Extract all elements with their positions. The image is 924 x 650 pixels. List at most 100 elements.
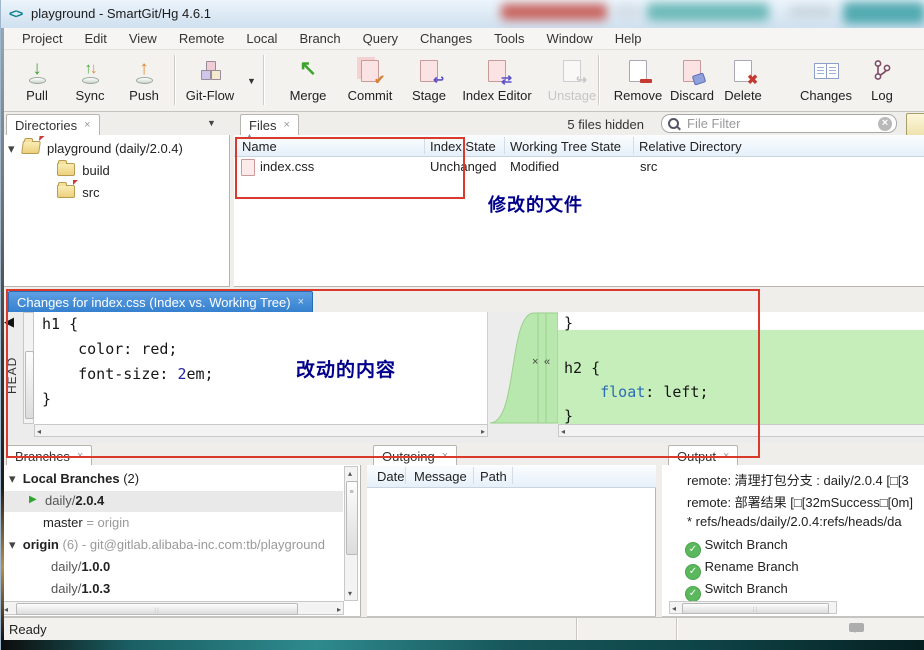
notification-bubble-icon[interactable]: [849, 623, 864, 632]
output-step: Switch Branch: [685, 537, 788, 558]
window-title: playground - SmartGit/Hg 4.6.1: [31, 6, 211, 21]
column-header-path[interactable]: Path: [480, 469, 507, 484]
branch-daily-103-row[interactable]: daily/1.0.3: [51, 579, 110, 599]
column-header-date[interactable]: Date: [377, 469, 404, 484]
menu-help[interactable]: Help: [604, 31, 653, 46]
output-tabbar: Output: [662, 443, 924, 466]
tree-item-src[interactable]: src: [57, 183, 100, 203]
column-divider: [424, 137, 425, 154]
origin-label: origin: [23, 537, 59, 552]
sync-button[interactable]: Sync: [65, 57, 115, 105]
menu-bar: Project Edit View Remote Local Branch Qu…: [1, 28, 924, 50]
log-button[interactable]: Log: [861, 57, 903, 105]
status-bar: Ready: [1, 617, 924, 641]
menu-window[interactable]: Window: [535, 31, 603, 46]
index-editor-button[interactable]: Index Editor: [453, 57, 541, 105]
branches-tabbar: Branches: [1, 443, 361, 466]
tree-item-label: build: [82, 163, 109, 178]
clear-filter-icon[interactable]: [878, 117, 892, 131]
output-step: Rename Branch: [685, 559, 799, 580]
menu-edit[interactable]: Edit: [73, 31, 117, 46]
file-row-index-css[interactable]: index.css Unchanged Modified src: [234, 156, 924, 178]
commit-button[interactable]: Commit: [339, 57, 401, 105]
filter-options-button[interactable]: [906, 113, 924, 136]
push-button[interactable]: Push: [121, 57, 167, 105]
branch-version: 1.0.0: [81, 559, 110, 574]
output-step-label: Rename Branch: [705, 559, 799, 574]
expander-icon[interactable]: [9, 471, 16, 486]
branch-version: 1.0.3: [81, 581, 110, 596]
files-tabbar: Files 5 files hidden: [234, 112, 924, 136]
file-index-state: Unchanged: [430, 156, 497, 178]
tree-item-playground[interactable]: playground (daily/2.0.4): [8, 139, 183, 159]
right-horizontal-scrollbar[interactable]: [558, 424, 924, 437]
status-divider: [576, 618, 577, 641]
merge-button[interactable]: Merge: [279, 57, 337, 105]
pull-icon: [15, 57, 59, 87]
column-header-index-state[interactable]: Index State: [430, 139, 496, 154]
delete-button[interactable]: Delete: [717, 57, 769, 105]
window-left-border: [1, 28, 4, 640]
menu-local[interactable]: Local: [235, 31, 288, 46]
left-vertical-scrollbar[interactable]: [23, 312, 34, 424]
column-divider: [504, 137, 505, 154]
tree-item-build[interactable]: build: [57, 161, 110, 181]
remove-button[interactable]: Remove: [607, 57, 669, 105]
directories-tree: playground (daily/2.0.4) build src: [1, 135, 230, 287]
branches-vertical-scrollbar[interactable]: ≡: [344, 466, 358, 601]
current-branch-icon: [29, 494, 37, 505]
changes-view-button[interactable]: Changes: [795, 57, 857, 105]
local-branches-label: Local Branches: [23, 471, 120, 486]
column-header-name[interactable]: Name: [242, 139, 277, 154]
selected-branch-row[interactable]: daily/2.0.4: [3, 491, 343, 512]
outgoing-table: Date Message Path: [367, 465, 656, 617]
column-header-relative-directory[interactable]: Relative Directory: [639, 139, 742, 154]
folder-icon: [57, 185, 75, 198]
output-horizontal-scrollbar[interactable]: ⫶⫶: [669, 601, 837, 614]
file-filter-box: [661, 114, 897, 133]
branches-origin-header[interactable]: origin (6) - git@gitlab.alibaba-inc.com:…: [9, 535, 343, 555]
menu-view[interactable]: View: [118, 31, 168, 46]
discard-icon: [663, 57, 721, 87]
output-line: * refs/heads/daily/2.0.4:refs/heads/da: [687, 514, 924, 529]
stage-button[interactable]: Stage: [405, 57, 453, 105]
merge-icon: [279, 57, 337, 87]
diff-view: HEAD h1 { color: red; font-size: 2em; } …: [1, 312, 924, 443]
stage-icon: [405, 57, 453, 87]
delete-icon: [717, 57, 769, 87]
output-line: remote: 清理打包分支 : daily/2.0.4 [□[3: [687, 470, 924, 489]
pull-button[interactable]: Pull: [15, 57, 59, 105]
branch-alias: = origin: [83, 515, 130, 530]
branch-version: 2.0.4: [75, 493, 104, 508]
current-change-marker-icon: [4, 314, 14, 330]
menu-project[interactable]: Project: [11, 31, 73, 46]
column-header-message[interactable]: Message: [414, 469, 467, 484]
column-divider: [512, 467, 513, 484]
apply-change-icon[interactable]: «: [544, 356, 550, 368]
menu-tools[interactable]: Tools: [483, 31, 535, 46]
menu-remote[interactable]: Remote: [168, 31, 236, 46]
git-flow-dropdown-icon[interactable]: [247, 76, 256, 86]
output-step-label: Switch Branch: [705, 537, 788, 552]
branches-horizontal-scrollbar[interactable]: ⫶⫶: [1, 601, 344, 615]
branch-master-row[interactable]: master = origin: [43, 513, 343, 533]
menu-changes[interactable]: Changes: [409, 31, 483, 46]
output-step-label: Switch Branch: [705, 581, 788, 596]
column-header-working-tree-state[interactable]: Working Tree State: [510, 139, 621, 154]
branches-tree: Local Branches (2) daily/2.0.4 master = …: [1, 465, 361, 617]
remove-icon: [607, 57, 669, 87]
left-horizontal-scrollbar[interactable]: [34, 424, 488, 437]
menu-branch[interactable]: Branch: [288, 31, 351, 46]
branch-daily-100-row[interactable]: daily/1.0.0: [51, 557, 110, 577]
directories-dropdown-icon[interactable]: [207, 118, 216, 128]
discard-button[interactable]: Discard: [663, 57, 721, 105]
menu-query[interactable]: Query: [352, 31, 409, 46]
branches-local-header[interactable]: Local Branches (2): [9, 469, 339, 489]
unstage-button[interactable]: Unstage: [543, 57, 601, 105]
expander-icon[interactable]: [9, 537, 16, 552]
discard-change-icon[interactable]: ×: [532, 356, 538, 368]
git-flow-button[interactable]: Git-Flow: [181, 57, 239, 105]
sync-icon: [65, 57, 115, 87]
file-filter-input[interactable]: [685, 115, 878, 132]
expander-icon[interactable]: [8, 141, 15, 156]
